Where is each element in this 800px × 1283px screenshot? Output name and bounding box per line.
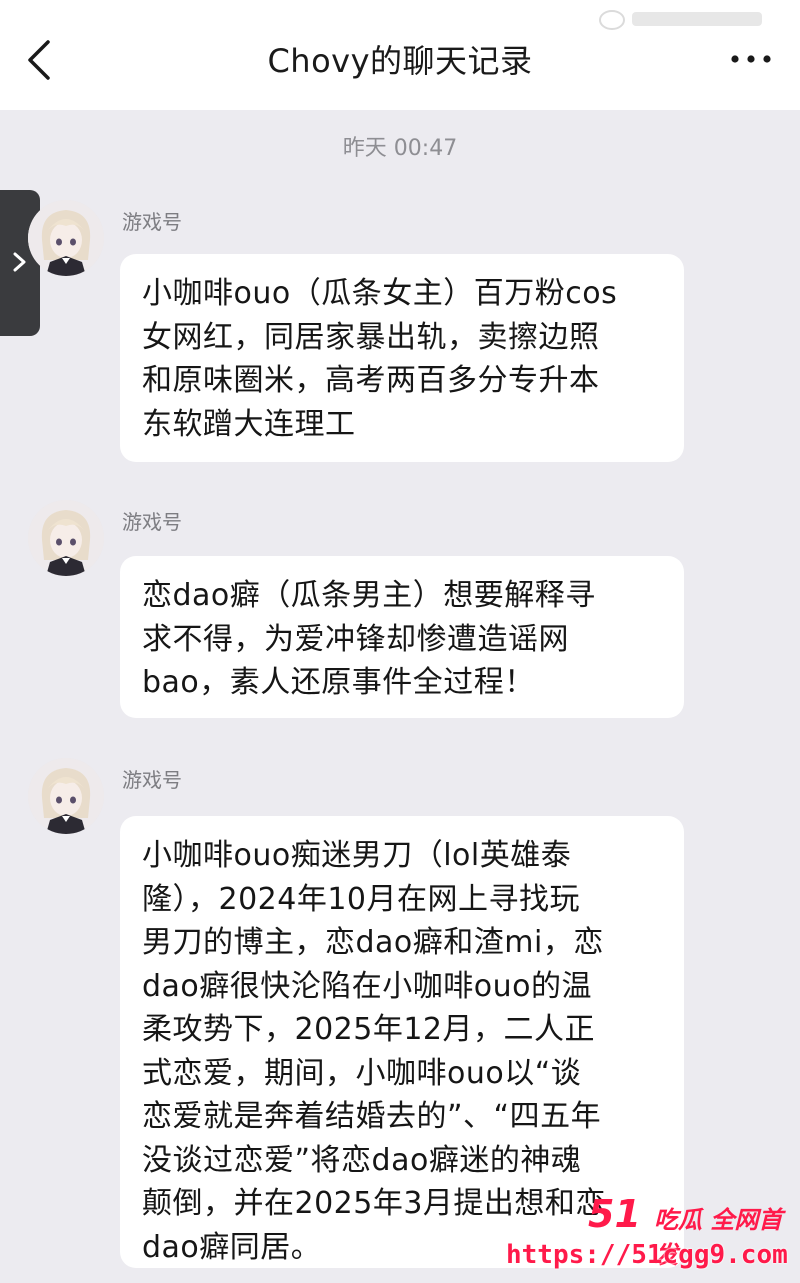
page-title: Chovy的聊天记录 [267, 42, 533, 80]
watermark-brand-number: 51 [588, 1192, 641, 1236]
sender-name: 游戏号 [122, 210, 182, 234]
site-watermark-logo: 51 吃瓜 全网首发 [588, 1192, 798, 1269]
sender-name: 游戏号 [122, 768, 182, 792]
chevron-right-icon [13, 252, 26, 272]
message-bubble[interactable]: 小咖啡ouo（瓜条女主）百万粉cos 女网红，同居家暴出轨，卖擦边照 和原味圈米… [120, 254, 684, 462]
sender-name: 游戏号 [122, 510, 182, 534]
more-options-icon[interactable] [728, 44, 774, 74]
weibo-watermark-icon [598, 6, 768, 32]
message-bubble[interactable]: 恋dao癖（瓜条男主）想要解释寻 求不得，为爱冲锋却惨遭造谣网 bao，素人还原… [120, 556, 684, 718]
avatar[interactable] [28, 500, 104, 576]
message-timestamp: 昨天 00:47 [342, 136, 458, 161]
avatar[interactable] [28, 758, 104, 834]
site-watermark-url: https://51cgg9.com [506, 1240, 788, 1270]
top-bar: Chovy的聊天记录 [0, 0, 800, 110]
avatar[interactable] [28, 200, 104, 276]
side-expand-tab[interactable] [0, 190, 40, 336]
